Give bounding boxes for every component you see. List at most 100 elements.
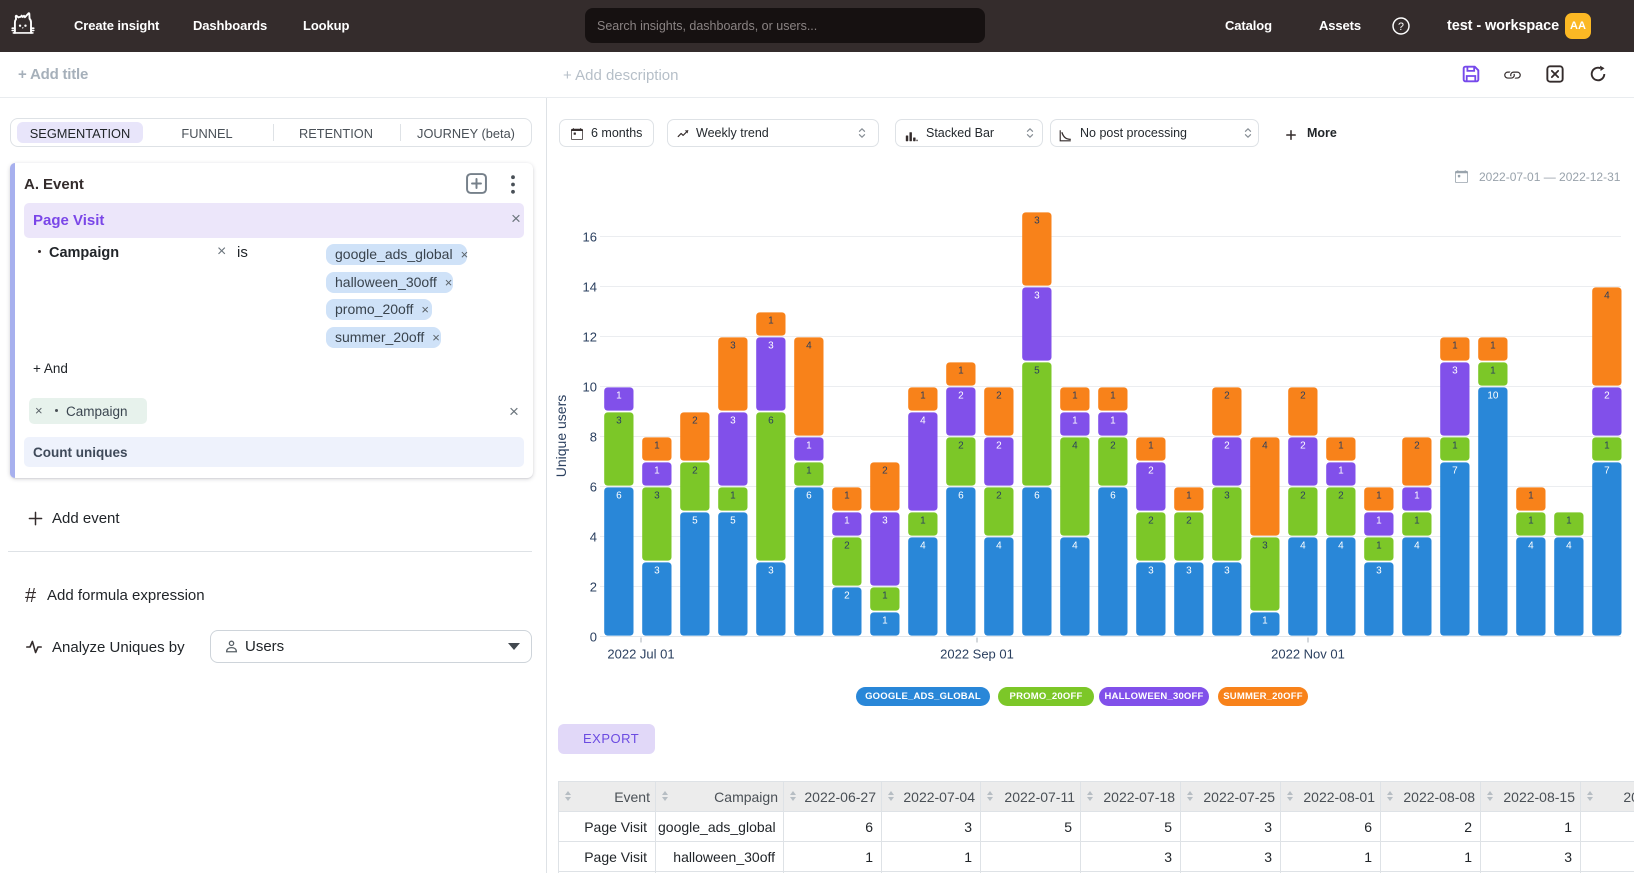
svg-text:3: 3 [1186,566,1192,577]
svg-text:2: 2 [1224,441,1230,452]
svg-text:2: 2 [882,466,888,477]
svg-text:3: 3 [730,416,736,427]
svg-text:10: 10 [1487,391,1499,402]
svg-text:1: 1 [730,491,736,502]
svg-text:1: 1 [1262,616,1268,627]
svg-text:5: 5 [692,516,698,527]
svg-text:6: 6 [616,491,622,502]
svg-text:2: 2 [692,416,698,427]
svg-text:2: 2 [1300,491,1306,502]
svg-text:1: 1 [1110,391,1116,402]
svg-text:1: 1 [1338,466,1344,477]
svg-text:2: 2 [1186,516,1192,527]
svg-text:?: ? [1398,21,1404,33]
svg-text:4: 4 [1566,541,1572,552]
svg-text:1: 1 [806,466,812,477]
svg-text:1: 1 [1566,516,1572,527]
svg-text:3: 3 [768,341,774,352]
svg-text:3: 3 [882,516,888,527]
svg-text:2022 Nov 01: 2022 Nov 01 [1271,647,1345,662]
svg-text:2: 2 [996,391,1002,402]
svg-text:4: 4 [1300,541,1306,552]
svg-text:4: 4 [1604,291,1610,302]
svg-text:1: 1 [616,391,622,402]
svg-text:1: 1 [1414,516,1420,527]
svg-text:4: 4 [590,530,597,545]
svg-text:1: 1 [1528,491,1534,502]
svg-text:5: 5 [730,516,736,527]
svg-text:10: 10 [583,380,597,395]
svg-text:3: 3 [654,566,660,577]
svg-text:1: 1 [1338,441,1344,452]
svg-text:4: 4 [806,341,812,352]
svg-text:4: 4 [920,416,926,427]
svg-text:1: 1 [1110,416,1116,427]
svg-text:3: 3 [1034,291,1040,302]
svg-text:4: 4 [920,541,926,552]
svg-text:1: 1 [654,466,660,477]
svg-text:2: 2 [1148,466,1154,477]
svg-text:4: 4 [1072,441,1078,452]
svg-text:12: 12 [583,330,597,345]
svg-text:7: 7 [1604,466,1610,477]
svg-text:3: 3 [1224,566,1230,577]
svg-text:1: 1 [1072,391,1078,402]
svg-text:6: 6 [590,480,597,495]
svg-text:3: 3 [616,416,622,427]
svg-text:2: 2 [844,541,850,552]
svg-text:3: 3 [1034,216,1040,227]
svg-text:1: 1 [1414,491,1420,502]
svg-text:1: 1 [654,441,660,452]
svg-text:3: 3 [1262,541,1268,552]
svg-text:1: 1 [920,516,926,527]
svg-text:6: 6 [1110,491,1116,502]
svg-text:1: 1 [1376,516,1382,527]
svg-text:1: 1 [768,316,774,327]
svg-text:2: 2 [1300,391,1306,402]
svg-text:2: 2 [1300,441,1306,452]
svg-text:2: 2 [1224,391,1230,402]
svg-text:2: 2 [996,491,1002,502]
svg-text:1: 1 [1186,491,1192,502]
svg-text:1: 1 [882,616,888,627]
svg-text:6: 6 [1034,491,1040,502]
svg-text:1: 1 [1452,441,1458,452]
svg-text:1: 1 [844,491,850,502]
svg-text:16: 16 [583,230,597,245]
svg-text:1: 1 [1452,341,1458,352]
svg-text:1: 1 [1528,516,1534,527]
svg-text:1: 1 [958,366,964,377]
svg-text:1: 1 [1490,366,1496,377]
svg-text:4: 4 [1072,541,1078,552]
svg-text:1: 1 [1072,416,1078,427]
svg-text:1: 1 [1376,541,1382,552]
svg-text:8: 8 [590,430,597,445]
svg-text:2: 2 [958,391,964,402]
svg-text:0: 0 [590,630,597,645]
svg-text:2: 2 [1414,441,1420,452]
svg-text:1: 1 [1376,491,1382,502]
svg-text:6: 6 [958,491,964,502]
svg-text:2: 2 [1338,491,1344,502]
svg-text:1: 1 [882,591,888,602]
svg-text:4: 4 [1528,541,1534,552]
svg-text:1: 1 [1490,341,1496,352]
svg-text:2: 2 [590,580,597,595]
svg-text:6: 6 [768,416,774,427]
svg-text:5: 5 [1034,366,1040,377]
svg-text:1: 1 [1604,441,1610,452]
svg-text:4: 4 [1414,541,1420,552]
svg-text:4: 4 [996,541,1002,552]
svg-text:3: 3 [1376,566,1382,577]
svg-text:4: 4 [1338,541,1344,552]
svg-text:2: 2 [1110,441,1116,452]
svg-text:14: 14 [583,280,597,295]
svg-text:2: 2 [692,466,698,477]
svg-text:2022 Jul 01: 2022 Jul 01 [607,647,674,662]
svg-text:2: 2 [958,441,964,452]
svg-text:1: 1 [844,516,850,527]
svg-text:2: 2 [1148,516,1154,527]
svg-text:3: 3 [730,341,736,352]
svg-text:1: 1 [1148,441,1154,452]
svg-text:3: 3 [768,566,774,577]
